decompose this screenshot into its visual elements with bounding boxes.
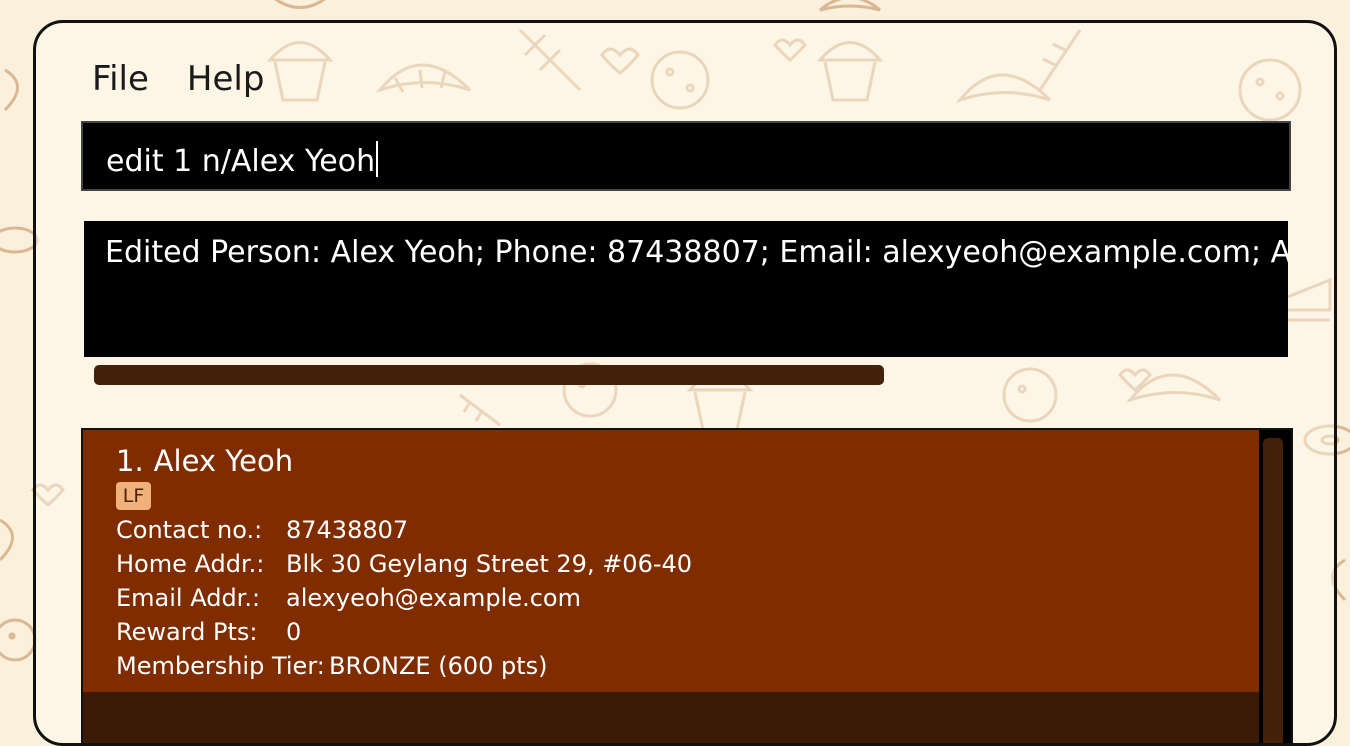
next-card-edge [83, 692, 1259, 743]
menu-file[interactable]: File [92, 59, 149, 99]
email-label: Email Addr.: [116, 584, 261, 612]
command-input[interactable]: edit 1 n/Alex Yeoh [81, 121, 1291, 191]
person-name-row: 1. Alex Yeoh [116, 444, 293, 478]
result-horizontal-scrollbar[interactable] [94, 365, 884, 385]
person-card[interactable]: 1. Alex Yeoh LF Contact no.: 87438807 Home… [83, 430, 1259, 692]
menu-help[interactable]: Help [187, 59, 265, 99]
address-label: Home Addr.: [116, 550, 265, 578]
text-caret [376, 141, 379, 177]
cookie-icon [0, 618, 37, 662]
email-value: alexyeoh@example.com [286, 584, 581, 612]
person-list-panel[interactable]: 1. Alex Yeoh LF Contact no.: 87438807 Home… [81, 428, 1293, 743]
result-text: Edited Person: Alex Yeoh; Phone: 8743880… [105, 235, 1288, 270]
points-row: Reward Pts: 0 [116, 618, 301, 646]
tag-badge: LF [116, 482, 151, 510]
address-value: Blk 30 Geylang Street 29, #06-40 [286, 550, 693, 578]
croissant-icon [274, 0, 881, 12]
address-row: Home Addr.: Blk 30 Geylang Street 29, #06… [116, 550, 692, 578]
tier-row: Membership Tier: BRONZE (600 pts) [116, 652, 548, 680]
contact-value: 87438807 [286, 516, 409, 544]
contact-row: Contact no.: 87438807 [116, 516, 408, 544]
command-text: edit 1 n/Alex Yeoh [106, 144, 376, 179]
app-window: File Help edit 1 n/Alex Yeoh Edited Pers… [33, 20, 1337, 746]
email-row: Email Addr.: alexyeoh@example.com [116, 584, 581, 612]
points-label: Reward Pts: [116, 618, 258, 646]
contact-label: Contact no.: [116, 516, 263, 544]
person-index: 1. [116, 444, 144, 478]
points-value: 0 [286, 618, 302, 646]
tier-label: Membership Tier: [116, 652, 325, 680]
result-display[interactable]: Edited Person: Alex Yeoh; Phone: 8743880… [84, 221, 1288, 357]
menu-bar: File Help [92, 59, 264, 99]
person-name: Alex Yeoh [153, 444, 294, 478]
donut-icon [0, 226, 39, 254]
tier-value: BRONZE (600 pts) [329, 652, 548, 680]
